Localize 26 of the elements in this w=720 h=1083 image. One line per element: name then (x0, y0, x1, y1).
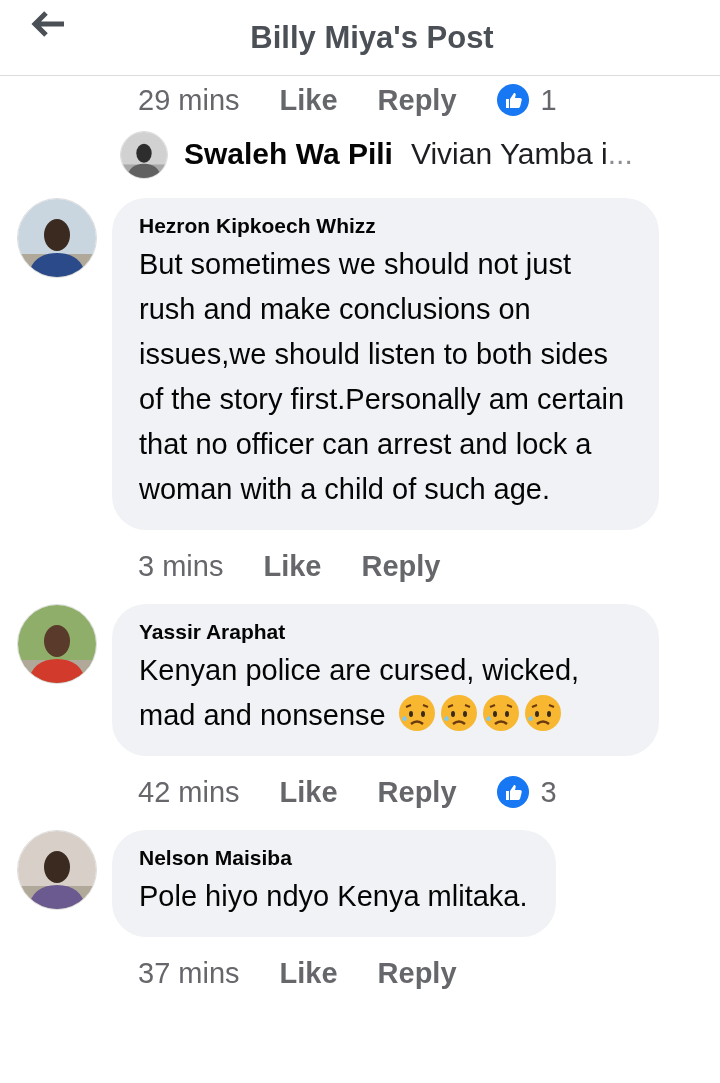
reply-link[interactable]: Reply (377, 956, 457, 990)
like-link[interactable]: Like (279, 956, 338, 990)
comment-time: 37 mins (138, 956, 240, 990)
comment-author[interactable]: Nelson Maisiba (139, 846, 528, 870)
like-link[interactable]: Like (279, 775, 338, 809)
reply-preview-text: Vivian Yamba i... (410, 137, 633, 171)
reply-link[interactable]: Reply (361, 549, 441, 583)
reply-link[interactable]: Reply (377, 83, 457, 117)
back-arrow-icon[interactable] (30, 10, 66, 38)
comment-author[interactable]: Hezron Kipkoech Whizz (139, 214, 631, 238)
comment-time: 42 mins (138, 775, 240, 809)
like-link[interactable]: Like (263, 549, 322, 583)
reply-link[interactable]: Reply (377, 775, 457, 809)
comment-text: Kenyan police are cursed, wicked, mad and nonsense (139, 653, 581, 735)
comment-text: Pole hiyo ndyo Kenya mlitaka. (139, 879, 528, 914)
comment-time: 29 mins (138, 83, 240, 117)
comment-time: 3 mins (138, 549, 224, 583)
comment-author[interactable]: Yassir Araphat (139, 620, 631, 644)
post-title: Billy Miya's Post (249, 19, 494, 56)
like-icon (496, 84, 529, 116)
like-link[interactable]: Like (279, 83, 338, 117)
reaction-count: 3 (540, 775, 557, 809)
reaction-count: 1 (540, 83, 557, 117)
reply-author[interactable]: Swaleh Wa Pili (184, 137, 393, 171)
comment-text: But sometimes we should not just rush and make conclusions on issues,we should listen to both sides of the story first.Personally am certain that no officer can arrest and lock a woman with a child of such age. (139, 247, 626, 507)
like-icon (496, 776, 529, 808)
